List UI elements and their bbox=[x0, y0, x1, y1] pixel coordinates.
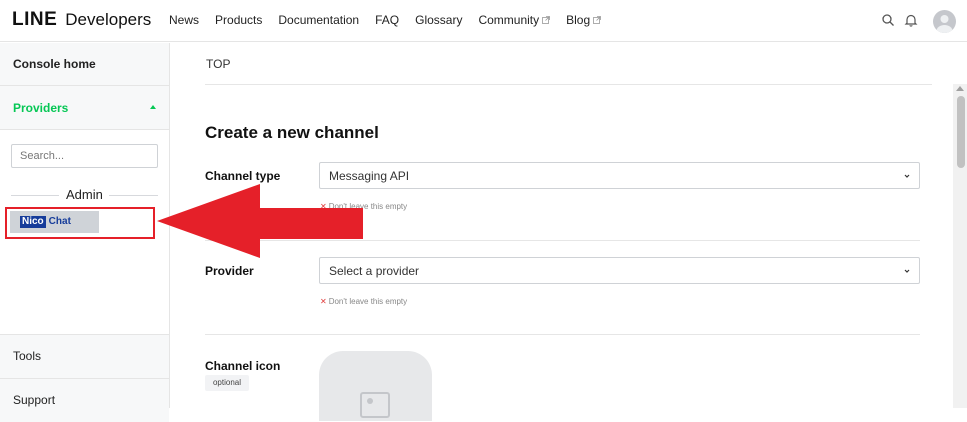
channel-type-select[interactable]: Messaging API bbox=[319, 162, 920, 189]
search-icon[interactable] bbox=[881, 13, 895, 27]
nav-news[interactable]: News bbox=[169, 13, 199, 27]
nav-community-label: Community bbox=[478, 13, 540, 27]
breadcrumb[interactable]: TOP bbox=[206, 57, 230, 71]
sidebar-item-label: Console home bbox=[13, 57, 96, 71]
external-link-icon bbox=[593, 16, 602, 24]
logo-line-text: LINE bbox=[12, 9, 58, 30]
sidebar-item-label: Tools bbox=[13, 349, 42, 363]
sidebar-item-console-home[interactable]: Console home bbox=[0, 43, 169, 86]
top-header: LINE Developers News Products Documentat… bbox=[0, 0, 967, 42]
main-nav: News Products Documentation FAQ Glossary… bbox=[169, 13, 617, 27]
nav-blog-label: Blog bbox=[566, 13, 591, 27]
scrollbar-thumb[interactable] bbox=[957, 96, 965, 168]
admin-section-header: Admin bbox=[11, 187, 158, 203]
channel-type-value: Messaging API bbox=[329, 169, 410, 183]
avatar[interactable] bbox=[933, 10, 956, 33]
scroll-up-arrow-icon[interactable] bbox=[956, 86, 964, 91]
sidebar-item-providers[interactable]: Providers bbox=[0, 86, 169, 130]
provider-error: ✕ Don't leave this empty bbox=[320, 297, 407, 306]
chevron-down-icon bbox=[904, 269, 910, 273]
annotation-arrow-icon bbox=[157, 184, 363, 258]
error-x-icon: ✕ bbox=[320, 297, 327, 306]
provider-select[interactable]: Select a provider bbox=[319, 257, 920, 284]
chevron-down-icon bbox=[904, 174, 910, 178]
provider-search-input[interactable] bbox=[11, 144, 158, 168]
line-developers-logo[interactable]: LINE Developers bbox=[12, 9, 151, 33]
nav-faq[interactable]: FAQ bbox=[375, 13, 399, 27]
divider bbox=[205, 84, 932, 85]
divider bbox=[205, 334, 920, 335]
image-placeholder-icon bbox=[360, 392, 390, 418]
nav-community[interactable]: Community bbox=[478, 13, 551, 27]
caret-up-icon bbox=[150, 105, 156, 109]
sidebar-item-label: Providers bbox=[13, 101, 69, 115]
channel-icon-upload[interactable] bbox=[319, 351, 432, 421]
bell-icon[interactable] bbox=[904, 13, 918, 27]
sidebar-item-tools[interactable]: Tools bbox=[0, 334, 169, 378]
optional-badge: optional bbox=[205, 375, 249, 391]
provider-error-text: Don't leave this empty bbox=[328, 297, 408, 306]
channel-type-label: Channel type bbox=[205, 169, 281, 183]
provider-value: Select a provider bbox=[329, 264, 420, 278]
provider-logo-part-b: Chat bbox=[48, 216, 71, 227]
nav-glossary[interactable]: Glossary bbox=[415, 13, 462, 27]
logo-developers-text: Developers bbox=[65, 10, 152, 29]
user-avatar-icon bbox=[936, 15, 953, 33]
provider-logo-part-a: Nico bbox=[20, 216, 46, 228]
nav-blog[interactable]: Blog bbox=[566, 13, 602, 27]
admin-label: Admin bbox=[66, 187, 103, 202]
provider-label: Provider bbox=[205, 264, 254, 278]
divider bbox=[11, 195, 59, 196]
divider bbox=[109, 195, 158, 196]
nav-products[interactable]: Products bbox=[215, 13, 262, 27]
sidebar: Console home Providers Admin Nico Chat T… bbox=[0, 43, 170, 422]
sidebar-item-support[interactable]: Support bbox=[0, 378, 169, 422]
page-title: Create a new channel bbox=[205, 123, 379, 142]
external-link-icon bbox=[542, 16, 551, 24]
channel-icon-label: Channel icon bbox=[205, 359, 281, 373]
provider-item-nicochat[interactable]: Nico Chat bbox=[10, 211, 99, 233]
sidebar-item-label: Support bbox=[13, 393, 56, 407]
nav-documentation[interactable]: Documentation bbox=[278, 13, 359, 27]
